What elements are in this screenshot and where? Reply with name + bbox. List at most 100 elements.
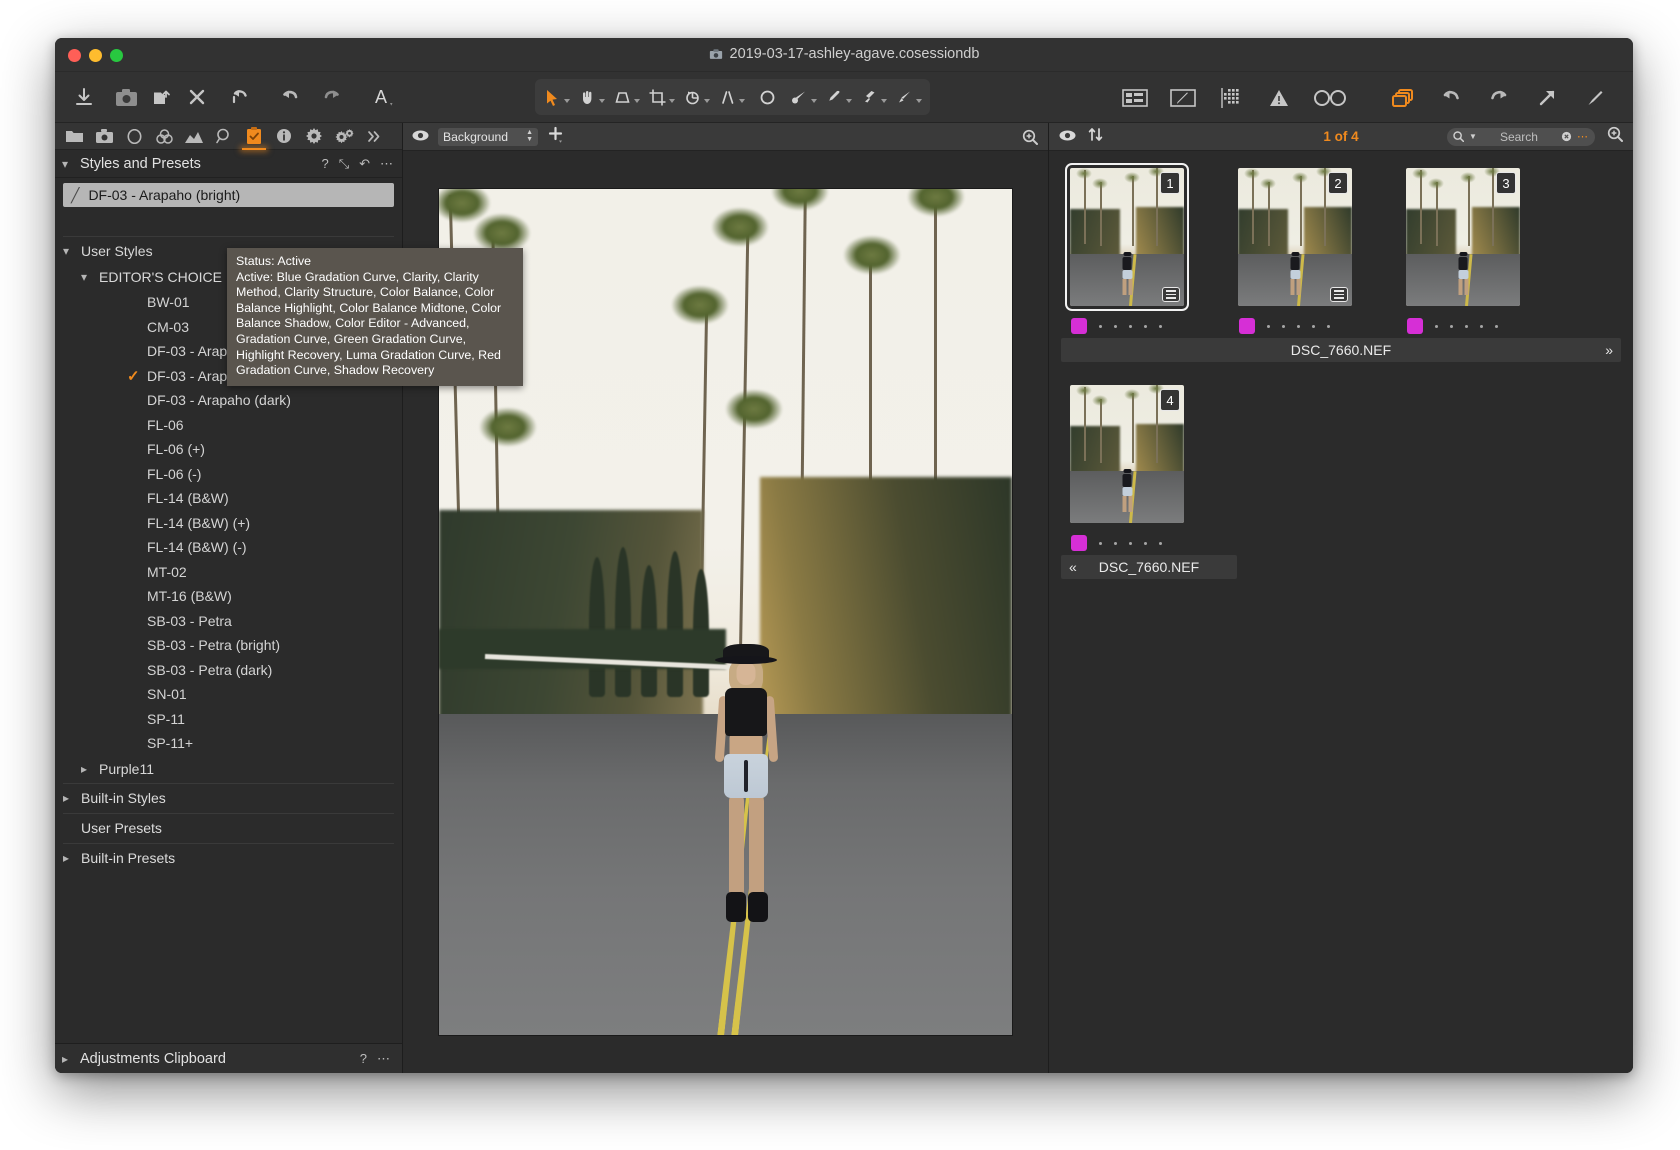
layer-visibility-toggle[interactable] [412,128,429,146]
rotate-left-button[interactable] [1427,79,1475,117]
thumbnail-rating-row[interactable] [1407,318,1521,334]
rating-dot[interactable] [1465,324,1468,328]
browser-zoom-button[interactable] [1607,126,1623,147]
exposure-warning-button[interactable] [1255,79,1303,117]
thumbnail-image[interactable]: 4 [1070,385,1184,523]
next-page-icon[interactable]: » [1605,342,1613,358]
chevron-down-icon[interactable]: ▾ [62,157,74,171]
filename-bar-row1[interactable]: DSC_7660.NEF » [1061,338,1621,362]
clear-x-icon[interactable] [1561,131,1572,142]
rating-dots[interactable] [1099,324,1162,328]
chevron-down-icon[interactable] [704,98,710,103]
thumbnail-rating-row[interactable] [1071,318,1185,334]
rating-dot[interactable] [1297,324,1300,328]
sidebar-item-library[interactable] [59,123,89,149]
focus-mask-button[interactable] [1207,79,1255,117]
rating-dot[interactable] [1159,324,1162,328]
rating-dot[interactable] [1099,541,1102,545]
rating-dot[interactable] [1114,541,1117,545]
sidebar-item-details[interactable] [209,123,239,149]
chevron-down-icon[interactable] [669,98,675,103]
chevron-down-icon[interactable] [564,98,570,103]
rating-dots[interactable] [1267,324,1330,328]
layer-select[interactable]: Background ▲ ▼ [438,127,538,146]
crop-tool-button[interactable] [644,82,679,112]
menu-button[interactable]: ⋯ [380,156,393,172]
style-item[interactable]: FL-06 (-) [55,462,402,487]
more-tool-tabs-button[interactable] [359,123,389,149]
keystone-tool-button[interactable] [609,82,644,112]
style-item[interactable]: MT-16 (B&W) [55,584,402,609]
thumbnail-frame[interactable]: 3 [1401,163,1525,311]
sidebar-item-metadata[interactable] [269,123,299,149]
chevron-down-icon[interactable] [739,98,745,103]
color-picker-tool-button[interactable] [821,82,856,112]
chevron-down-icon[interactable]: ▼ [1469,132,1477,141]
ellipsis-icon[interactable]: ⋯ [1577,131,1589,142]
delete-button[interactable] [181,78,213,116]
viewer-zoom-button[interactable] [1022,129,1038,145]
thumbnail-image[interactable]: 1 [1070,168,1184,306]
style-item[interactable]: DF-03 - Arapaho (dark) [55,388,402,413]
chevron-down-icon[interactable]: ▾ [63,244,75,258]
thumbnail-frame[interactable]: 4 [1065,380,1189,528]
expand-button[interactable]: ⤡ [339,156,349,172]
prev-page-icon[interactable]: « [1069,559,1077,575]
style-item[interactable]: SP-11 [55,707,402,732]
thumbnail-image[interactable]: 2 [1238,168,1352,306]
thumbnail-image[interactable]: 3 [1406,168,1520,306]
rating-dot[interactable] [1480,324,1483,328]
selected-style-row[interactable]: ╱ DF-03 - Arapaho (bright) [63,183,394,207]
rating-dot[interactable] [1450,324,1453,328]
add-layer-button[interactable] [547,126,564,148]
text-tool-button[interactable]: A [363,78,405,116]
group-builtin-presets[interactable]: ▸ Built-in Presets [55,845,402,872]
sidebar-item-batch[interactable] [329,123,359,149]
chevron-down-icon[interactable]: ▾ [81,270,93,284]
pan-tool-button[interactable] [574,82,609,112]
style-item[interactable]: SP-11+ [55,731,402,756]
thumbnail-grid[interactable]: 1 2 3 DSC_7660.NEF » 4 DSC_7660.NEF « [1049,151,1633,1073]
proof-profile-button[interactable] [1303,79,1357,117]
chevron-down-icon[interactable] [811,98,817,103]
rating-dot[interactable] [1495,324,1498,328]
group-purple11[interactable]: ▸ Purple11 [55,756,402,782]
style-item[interactable]: SB-03 - Petra [55,609,402,634]
viewer-toggle-button[interactable] [1111,79,1159,117]
primary-image[interactable] [439,189,1012,1035]
import-images-button[interactable] [63,78,105,116]
chevron-down-icon[interactable] [846,98,852,103]
sidebar-item-color[interactable] [149,123,179,149]
open-in-external-button[interactable] [1523,79,1571,117]
chevron-down-icon[interactable] [881,98,887,103]
spot-removal-tool-button[interactable] [749,82,786,112]
rotate-right-button[interactable] [1475,79,1523,117]
rating-dot[interactable] [1282,324,1285,328]
style-item[interactable]: FL-14 (B&W) (+) [55,511,402,536]
rating-dot[interactable] [1129,324,1132,328]
rating-dot[interactable] [1144,324,1147,328]
menu-button[interactable]: ⋯ [377,1051,390,1067]
help-button[interactable]: ? [360,1051,367,1066]
chevron-right-icon[interactable]: ▸ [62,1052,74,1066]
straighten-tool-button[interactable] [714,82,749,112]
rating-dots[interactable] [1435,324,1498,328]
sidebar-item-output[interactable] [299,123,329,149]
rating-dot[interactable] [1099,324,1102,328]
variants-button[interactable] [1379,79,1427,117]
style-item[interactable]: SN-01 [55,682,402,707]
color-tag-swatch[interactable] [1071,535,1087,551]
redo-button[interactable] [311,78,353,116]
sidebar-item-exposure[interactable] [179,123,209,149]
rating-dot[interactable] [1159,541,1162,545]
thumbnail-frame[interactable]: 2 [1233,163,1357,311]
sidebar-item-adjustments[interactable] [239,123,269,150]
thumbnail-frame[interactable]: 1 [1065,163,1189,311]
color-tag-swatch[interactable] [1239,318,1255,334]
thumbnail-cell[interactable]: 2 [1233,163,1353,334]
rating-dot[interactable] [1312,324,1315,328]
help-button[interactable]: ? [321,156,328,171]
rating-dot[interactable] [1435,324,1438,328]
filename-bar-row2[interactable]: DSC_7660.NEF « [1061,555,1237,579]
rating-dot[interactable] [1114,324,1117,328]
